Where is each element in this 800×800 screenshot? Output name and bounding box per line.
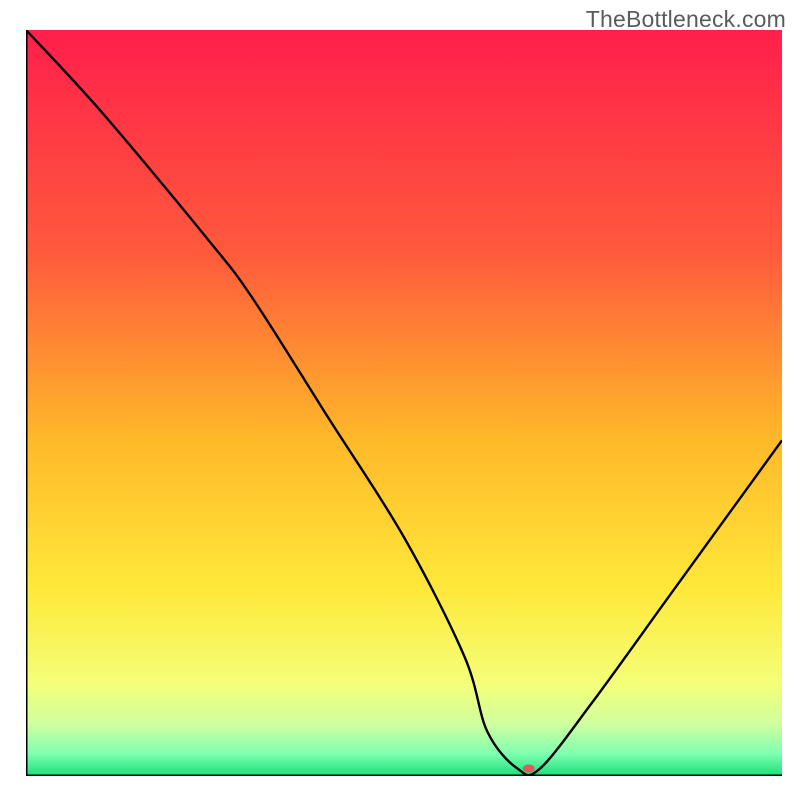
plot-area: [26, 30, 782, 776]
chart-container: TheBottleneck.com: [0, 0, 800, 800]
gradient-background: [26, 30, 782, 776]
watermark-text: TheBottleneck.com: [586, 6, 786, 33]
chart-svg: [26, 30, 782, 776]
optimal-point-marker: [523, 765, 535, 773]
